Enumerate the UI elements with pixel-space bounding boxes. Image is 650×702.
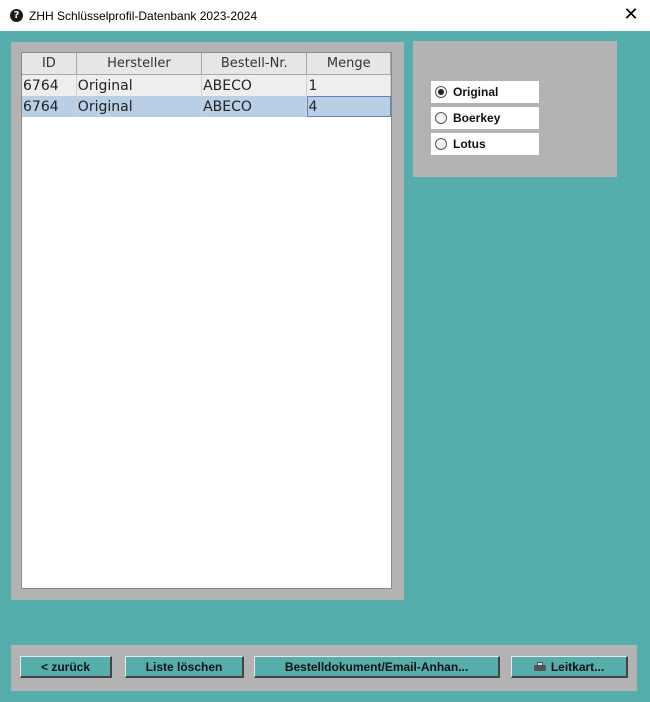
column-header-hersteller[interactable]: Hersteller xyxy=(76,53,203,75)
table-header-row: ID Hersteller Bestell-Nr. Menge xyxy=(22,53,391,75)
cell-hersteller[interactable]: Original xyxy=(76,74,203,96)
radio-lotus[interactable]: Lotus xyxy=(431,133,539,155)
radio-label: Lotus xyxy=(453,137,486,151)
order-table-scrollpane[interactable]: ID Hersteller Bestell-Nr. Menge 6764 Ori… xyxy=(21,52,392,589)
leitkart-label: Leitkart... xyxy=(550,659,605,674)
leitkart-button[interactable]: Leitkart... xyxy=(511,656,628,678)
cell-bestell-nr[interactable]: ABECO xyxy=(201,96,308,117)
radio-selected-icon xyxy=(435,86,447,98)
column-header-bestell-nr[interactable]: Bestell-Nr. xyxy=(201,53,308,75)
table-row[interactable]: 6764 Original ABECO 1 xyxy=(22,74,391,96)
manufacturer-filter-panel: Original Boerkey Lotus xyxy=(413,41,617,177)
app-window: ? ZHH Schlüsselprofil-Datenbank 2023-202… xyxy=(0,0,650,702)
radio-boerkey[interactable]: Boerkey xyxy=(431,107,539,129)
printer-icon xyxy=(533,661,546,672)
cell-bestell-nr[interactable]: ABECO xyxy=(201,74,308,96)
clear-list-button[interactable]: Liste löschen xyxy=(125,656,244,678)
cell-id[interactable]: 6764 xyxy=(22,74,77,96)
order-list-panel: ID Hersteller Bestell-Nr. Menge 6764 Ori… xyxy=(11,42,404,600)
order-document-button[interactable]: Bestelldokument/Email-Anhan... xyxy=(254,656,500,678)
back-button[interactable]: < zurück xyxy=(20,656,112,678)
radio-label: Original xyxy=(453,85,499,99)
column-header-id[interactable]: ID xyxy=(22,53,77,75)
bottom-button-bar: < zurück Liste löschen Bestelldokument/E… xyxy=(11,645,637,691)
cell-id[interactable]: 6764 xyxy=(22,96,77,117)
column-header-menge[interactable]: Menge xyxy=(306,53,391,75)
radio-unselected-icon xyxy=(435,138,447,150)
close-icon[interactable]: ✕ xyxy=(619,3,643,27)
cell-hersteller[interactable]: Original xyxy=(76,96,203,117)
window-title: ZHH Schlüsselprofil-Datenbank 2023-2024 xyxy=(29,8,258,23)
radio-label: Boerkey xyxy=(453,111,501,125)
radio-unselected-icon xyxy=(435,112,447,124)
order-table: ID Hersteller Bestell-Nr. Menge 6764 Ori… xyxy=(22,53,391,117)
cell-menge[interactable]: 4 xyxy=(306,96,391,117)
app-logo-icon: ? xyxy=(10,9,23,22)
title-bar: ? ZHH Schlüsselprofil-Datenbank 2023-202… xyxy=(0,0,650,31)
table-row-selected[interactable]: 6764 Original ABECO 4 xyxy=(22,96,391,117)
radio-original[interactable]: Original xyxy=(431,81,539,103)
cell-menge[interactable]: 1 xyxy=(306,74,391,96)
